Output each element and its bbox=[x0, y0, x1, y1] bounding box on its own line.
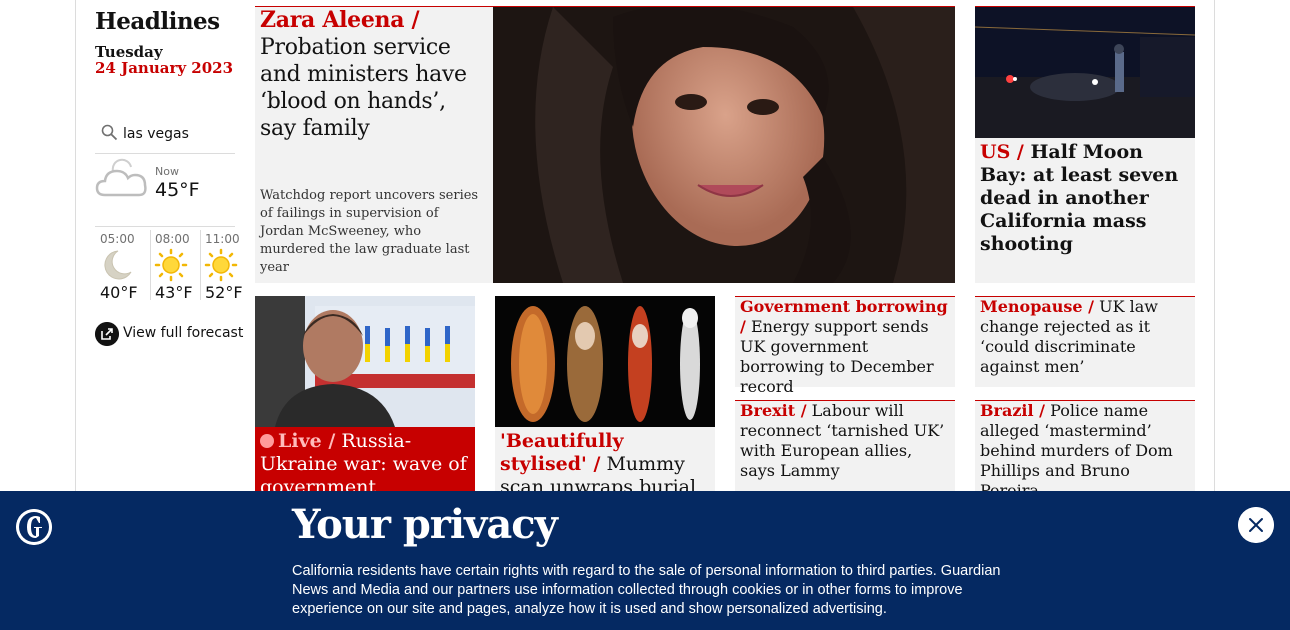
live-dot-icon bbox=[260, 434, 274, 448]
story-card-us[interactable]: US / Half Moon Bay: at least seven dead … bbox=[975, 6, 1195, 283]
brexit-kicker: Brexit / bbox=[740, 401, 807, 420]
story-card-brazil[interactable]: Brazil / Police name alleged ‘mastermind… bbox=[975, 400, 1195, 500]
lead-headline-text: Probation service and ministers have ‘bl… bbox=[260, 35, 467, 141]
guardian-logo-icon bbox=[16, 509, 52, 545]
close-privacy-button[interactable] bbox=[1238, 507, 1274, 543]
moon-icon bbox=[104, 250, 132, 280]
sun-icon bbox=[204, 248, 238, 282]
ukraine-headline[interactable]: Live / Russia-Ukraine war: wave of gover… bbox=[260, 430, 470, 491]
external-link-icon bbox=[95, 322, 119, 346]
us-headline[interactable]: US / Half Moon Bay: at least seven dead … bbox=[980, 141, 1190, 256]
weather-now-temp: 45°F bbox=[155, 179, 200, 201]
weather-location-search[interactable]: las vegas bbox=[95, 116, 235, 154]
forecast-temp: 40°F bbox=[100, 283, 138, 302]
weather-now-label: Now bbox=[155, 165, 179, 178]
story-card-mummy[interactable]: 'Beautifully stylised' / Mummy scan unwr… bbox=[495, 296, 715, 491]
menopause-kicker: Menopause / bbox=[980, 297, 1094, 316]
mummy-kicker: 'Beautifully stylised' / bbox=[500, 430, 624, 475]
lead-kicker: Zara Aleena / bbox=[260, 7, 420, 33]
brexit-headline[interactable]: Brexit / Labour will reconnect ‘tarnishe… bbox=[740, 401, 950, 481]
lead-story-card[interactable]: Zara Aleena / Probation service and mini… bbox=[255, 6, 955, 283]
mummy-story-photo[interactable] bbox=[495, 296, 715, 427]
date-label: 24 January 2023 bbox=[95, 59, 234, 77]
search-input[interactable]: las vegas bbox=[123, 126, 189, 142]
view-full-forecast-label: View full forecast bbox=[123, 325, 244, 341]
ukraine-story-photo[interactable] bbox=[255, 296, 475, 427]
section-title: Headlines bbox=[95, 8, 220, 35]
cloud-icon bbox=[95, 158, 147, 197]
forecast-time: 08:00 bbox=[155, 232, 190, 246]
lead-standfirst: Watchdog report uncovers series of faili… bbox=[260, 188, 479, 275]
forecast-item: 11:00 52°F bbox=[200, 230, 252, 302]
privacy-title: Your privacy bbox=[292, 501, 558, 548]
forecast-temp: 52°F bbox=[205, 283, 243, 302]
forecast-time: 11:00 bbox=[205, 232, 240, 246]
borrowing-headline[interactable]: Government borrowing / Energy support se… bbox=[740, 297, 950, 397]
story-card-ukraine[interactable]: Live / Russia-Ukraine war: wave of gover… bbox=[255, 296, 475, 491]
us-kicker: US / bbox=[980, 141, 1024, 163]
lead-photo[interactable] bbox=[493, 7, 955, 283]
story-card-borrowing[interactable]: Government borrowing / Energy support se… bbox=[735, 296, 955, 396]
sun-icon bbox=[154, 248, 188, 282]
lead-headline[interactable]: Zara Aleena / Probation service and mini… bbox=[260, 7, 486, 142]
search-icon bbox=[101, 124, 118, 141]
mummy-headline[interactable]: 'Beautifully stylised' / Mummy scan unwr… bbox=[500, 430, 710, 491]
live-label: Live / bbox=[278, 430, 336, 452]
lead-headline-block[interactable]: Zara Aleena / Probation service and mini… bbox=[260, 7, 486, 142]
menopause-headline[interactable]: Menopause / UK law change rejected as it… bbox=[980, 297, 1190, 377]
story-card-menopause[interactable]: Menopause / UK law change rejected as it… bbox=[975, 296, 1195, 387]
us-story-photo[interactable] bbox=[975, 7, 1195, 138]
forecast-item: 05:00 40°F bbox=[95, 230, 147, 302]
privacy-banner: Your privacy California residents have c… bbox=[0, 491, 1290, 630]
borrowing-headline-text: Energy support sends UK government borro… bbox=[740, 317, 934, 396]
forecast-time: 05:00 bbox=[100, 232, 135, 246]
brazil-kicker: Brazil / bbox=[980, 401, 1045, 420]
weather-now: Now 45°F bbox=[95, 155, 235, 227]
forecast-item: 08:00 43°F bbox=[150, 230, 202, 302]
story-card-brexit[interactable]: Brexit / Labour will reconnect ‘tarnishe… bbox=[735, 400, 955, 491]
privacy-body: California residents have certain rights… bbox=[292, 563, 1001, 617]
view-full-forecast-link[interactable]: View full forecast bbox=[95, 320, 245, 348]
forecast-temp: 43°F bbox=[155, 283, 193, 302]
brazil-headline[interactable]: Brazil / Police name alleged ‘mastermind… bbox=[980, 401, 1190, 501]
